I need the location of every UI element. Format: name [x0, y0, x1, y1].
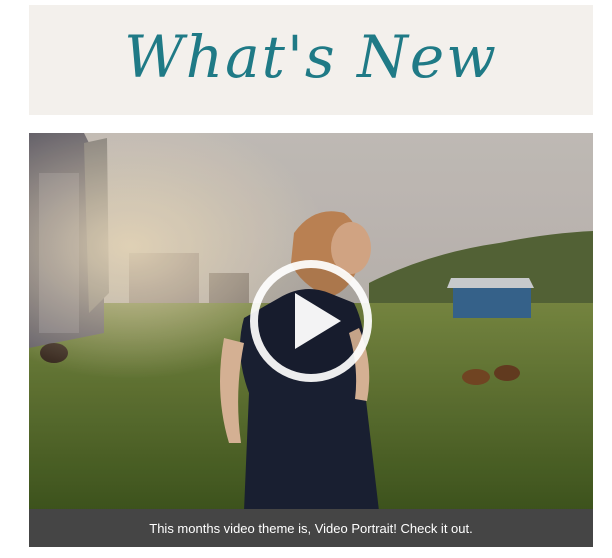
play-button[interactable]	[247, 257, 375, 385]
whats-new-heading: What's New	[124, 23, 498, 91]
video-card[interactable]: This months video theme is, Video Portra…	[29, 133, 593, 547]
video-caption: This months video theme is, Video Portra…	[149, 520, 473, 536]
whats-new-banner: What's New	[29, 5, 593, 115]
play-icon	[250, 260, 372, 382]
whats-new-heading-graphic: What's New	[124, 23, 498, 91]
video-caption-bar: This months video theme is, Video Portra…	[29, 509, 593, 547]
